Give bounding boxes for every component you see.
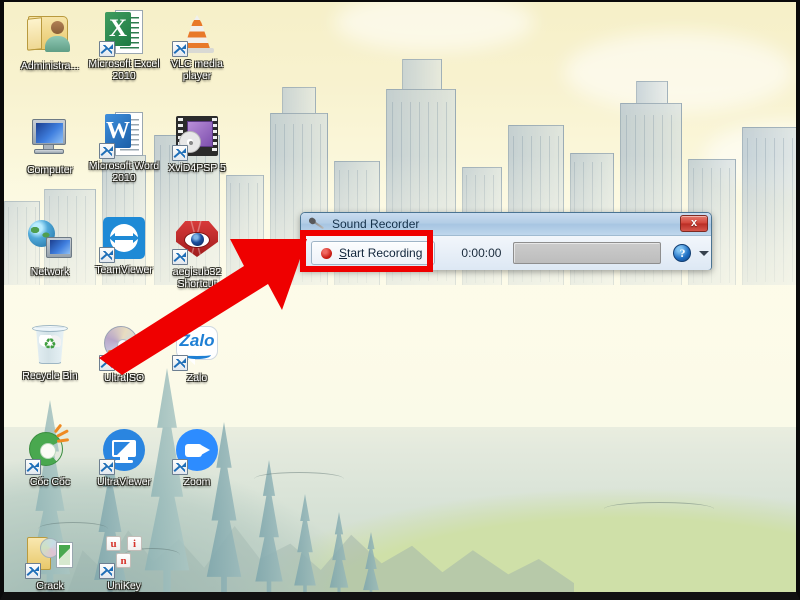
recording-timer: 0:00:00 xyxy=(461,246,502,260)
desktop-icon-xvid4psp-5[interactable]: XviD4PSP 5 xyxy=(159,112,235,175)
icon-glyph xyxy=(172,216,221,265)
folder-user-icon xyxy=(27,14,73,54)
icon-glyph xyxy=(25,530,74,579)
desktop-icon-microsoft-word-2010[interactable]: W Microsoft Word 2010 xyxy=(86,110,162,184)
close-button[interactable]: x xyxy=(680,215,708,232)
icon-glyph: uin xyxy=(99,530,148,579)
desktop-icon-ultraiso[interactable]: UltraISO xyxy=(86,322,162,385)
window-title: Sound Recorder xyxy=(332,217,420,231)
help-button[interactable]: ? xyxy=(673,244,692,262)
desktop-icon-label: UltraISO xyxy=(103,372,145,384)
icon-glyph xyxy=(26,216,74,264)
desktop-icon-label: Crack xyxy=(36,580,64,592)
desktop-icon-microsoft-excel-2010[interactable]: X Microsoft Excel 2010 xyxy=(86,8,162,82)
icon-glyph: X xyxy=(99,8,148,57)
start-recording-label-rest: tart Recording xyxy=(347,246,423,260)
desktop-icon-teamviewer[interactable]: TeamViewer xyxy=(86,214,162,277)
close-icon: x xyxy=(690,217,698,229)
desktop-icon-coc-coc-browser[interactable]: Cốc Cốc xyxy=(12,423,88,489)
computer-monitor-icon xyxy=(28,119,72,157)
shortcut-overlay-icon xyxy=(172,355,188,371)
desktop-icon-label: Zalo xyxy=(186,372,208,384)
shortcut-overlay-icon xyxy=(172,145,188,161)
desktop-icon-label: Recycle Bin xyxy=(22,370,78,382)
shortcut-overlay-icon xyxy=(172,249,188,265)
icon-glyph xyxy=(99,322,148,371)
icon-glyph xyxy=(25,423,74,475)
desktop-icon-label: Computer xyxy=(26,164,74,176)
icon-glyph: W xyxy=(99,110,148,159)
icon-glyph: Zalo xyxy=(172,322,221,371)
icon-glyph xyxy=(99,426,148,475)
icon-glyph xyxy=(26,114,74,162)
desktop-icon-label: Administra... xyxy=(20,60,80,72)
desktop-icon-label: TeamViewer xyxy=(95,264,153,276)
start-recording-label: Start Recording xyxy=(339,246,422,260)
icon-glyph xyxy=(26,10,74,58)
desktop-icon-administrator-folder[interactable]: Administra... xyxy=(12,10,88,73)
icon-glyph xyxy=(172,426,221,475)
recycle-bin-icon: ♻ xyxy=(31,323,69,365)
microphone-icon xyxy=(308,216,328,232)
desktop-icon-zoom-app[interactable]: Zoom xyxy=(159,426,235,489)
desktop-icon-label: XviD4PSP 5 xyxy=(168,162,226,174)
shortcut-overlay-icon xyxy=(172,459,188,475)
chevron-down-icon[interactable] xyxy=(699,250,710,256)
window-titlebar[interactable]: Sound Recorder x xyxy=(301,213,711,236)
shortcut-overlay-icon xyxy=(99,143,115,159)
shortcut-overlay-icon xyxy=(172,41,188,57)
audio-level-meter xyxy=(513,242,662,264)
help-icon: ? xyxy=(679,246,686,260)
desktop-icon-aegisub32-shortcut[interactable]: aegisub32 Shortcut xyxy=(159,216,235,290)
desktop-icon-label: Microsoft Word 2010 xyxy=(88,160,160,184)
shortcut-overlay-icon xyxy=(99,355,115,371)
desktop-icon-label: Zoom xyxy=(183,476,211,488)
desktop-icon-layer: Administra... X Microsoft Excel 2010 VLC me… xyxy=(4,2,796,592)
icon-glyph xyxy=(99,214,148,263)
desktop-icon-zalo[interactable]: Zalo Zalo xyxy=(159,322,235,385)
desktop-icon-label: UniKey xyxy=(107,580,141,592)
desktop-icon-label: aegisub32 Shortcut xyxy=(172,266,222,290)
desktop-icon-vlc-media-player[interactable]: VLC media player xyxy=(159,8,235,82)
desktop-icon-ultraviewer[interactable]: UltraViewer xyxy=(86,426,162,489)
shortcut-overlay-icon xyxy=(99,41,115,57)
start-recording-button[interactable]: Start Recording xyxy=(311,241,436,265)
desktop-icon-computer[interactable]: Computer xyxy=(12,114,88,177)
record-dot-icon xyxy=(321,247,332,259)
desktop-icon-label: UltraViewer xyxy=(96,476,152,488)
desktop-icon-recycle-bin[interactable]: ♻ Recycle Bin xyxy=(12,320,88,383)
accel-key: S xyxy=(339,246,348,260)
desktop-screen: Administra... X Microsoft Excel 2010 VLC me… xyxy=(0,0,800,600)
desktop-icon-network[interactable]: Network xyxy=(12,216,88,279)
sound-recorder-window[interactable]: Sound Recorder x Start Recording 0:00:00… xyxy=(300,212,712,270)
shortcut-overlay-icon xyxy=(25,459,41,475)
desktop-icon-label: Microsoft Excel 2010 xyxy=(88,58,160,82)
desktop-icon-crack-folder[interactable]: Crack xyxy=(12,530,88,592)
network-globe-icon xyxy=(28,220,72,260)
window-toolbar: Start Recording 0:00:00 ? xyxy=(301,236,711,270)
desktop-icon-label: Network xyxy=(30,266,70,278)
shortcut-overlay-icon xyxy=(25,563,41,579)
desktop-icon-label: VLC media player xyxy=(171,58,223,82)
shortcut-overlay-icon xyxy=(99,247,115,263)
desktop-icon-unikey[interactable]: u i n UniKey xyxy=(86,530,162,592)
shortcut-overlay-icon xyxy=(99,459,115,475)
icon-glyph xyxy=(172,8,221,57)
desktop-icon-label: Cốc Cốc xyxy=(29,476,71,488)
shortcut-overlay-icon xyxy=(99,563,115,579)
icon-glyph: ♻ xyxy=(26,320,74,368)
icon-glyph xyxy=(172,112,221,161)
